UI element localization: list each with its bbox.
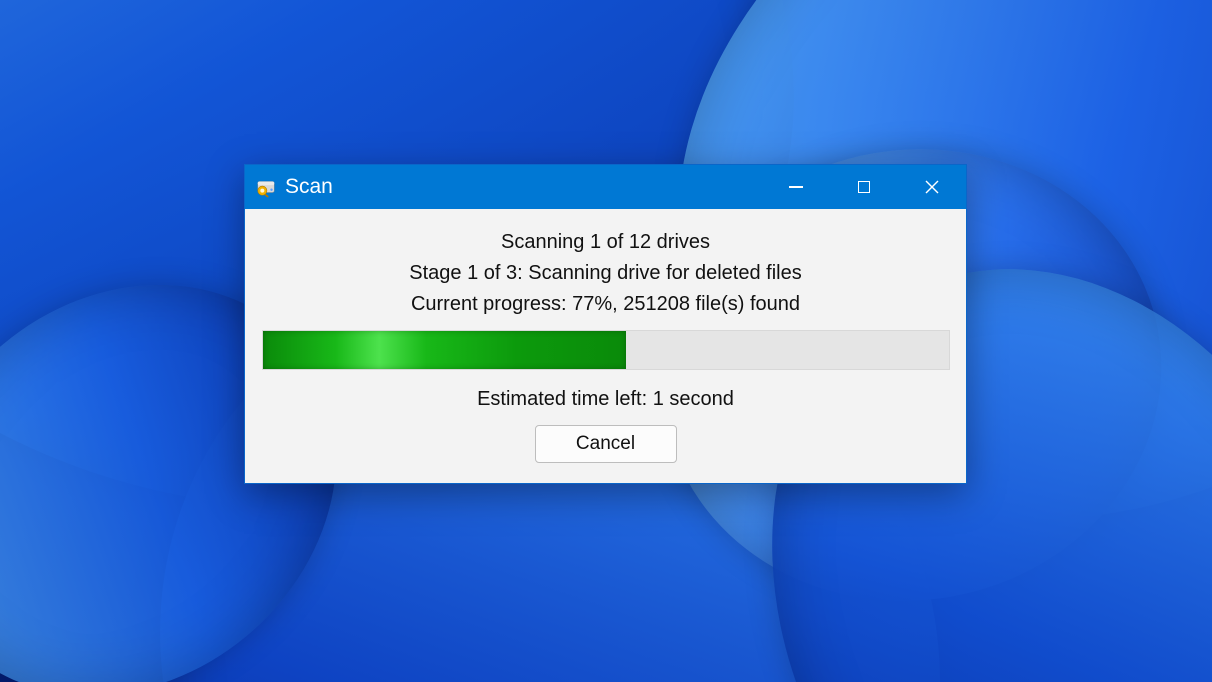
drive-search-icon [255, 176, 277, 198]
cancel-button[interactable]: Cancel [535, 425, 677, 463]
scan-dialog: Scan Scanning 1 of 12 drives Stage 1 of … [244, 164, 967, 484]
progress-status-text: Current progress: 77%, 251208 file(s) fo… [261, 293, 950, 316]
dialog-body: Scanning 1 of 12 drives Stage 1 of 3: Sc… [245, 209, 966, 483]
stage-status-text: Stage 1 of 3: Scanning drive for deleted… [261, 262, 950, 285]
close-icon [925, 180, 939, 194]
maximize-icon [858, 181, 870, 193]
minimize-icon [789, 186, 803, 188]
progress-bar-fill [263, 331, 627, 369]
close-button[interactable] [898, 165, 966, 209]
drives-status-text: Scanning 1 of 12 drives [261, 231, 950, 254]
maximize-button[interactable] [830, 165, 898, 209]
window-controls [762, 165, 966, 209]
dialog-title: Scan [285, 175, 333, 199]
titlebar[interactable]: Scan [245, 165, 966, 209]
minimize-button[interactable] [762, 165, 830, 209]
progress-bar [262, 330, 950, 370]
eta-text: Estimated time left: 1 second [261, 388, 950, 411]
